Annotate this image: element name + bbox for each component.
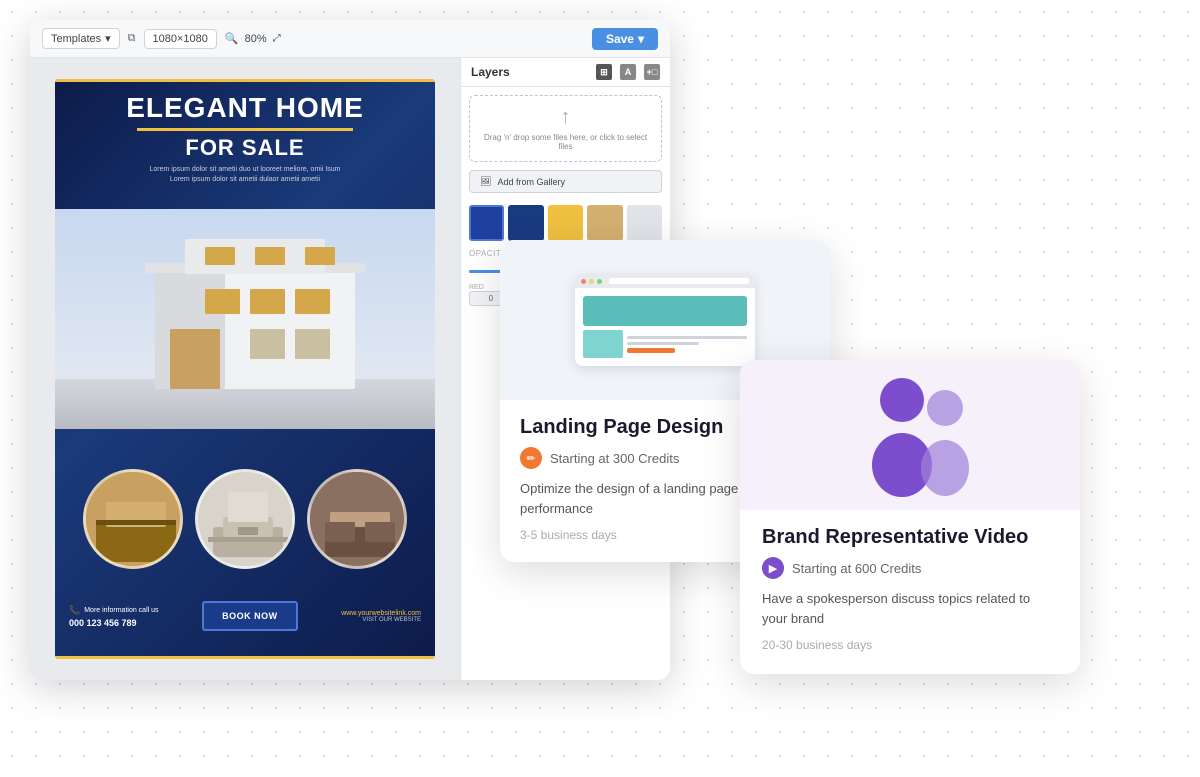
mini-browser-mockup — [575, 274, 755, 366]
layer-thumb-5[interactable] — [627, 205, 662, 241]
flyer-title-main: ELEGANT HOME — [65, 93, 425, 124]
flyer-bottom-bar: 📞 More information call us 000 123 456 7… — [55, 576, 435, 656]
mini-cta — [627, 348, 675, 353]
flyer-title-area: ELEGANT HOME FOR SALE Lorem ipsum dolor … — [55, 93, 435, 184]
canvas-size[interactable]: 1080×1080 — [144, 29, 217, 49]
zoom-value: 80% — [245, 33, 267, 45]
flyer-circle-living — [195, 469, 295, 569]
flyer-top-accent — [55, 79, 435, 82]
mini-line-2 — [627, 342, 699, 345]
mini-browser-bar — [575, 274, 755, 288]
templates-dropdown[interactable]: Templates ▾ — [42, 28, 120, 49]
templates-label: Templates — [51, 33, 101, 45]
mini-browser-body — [575, 288, 755, 366]
save-dropdown-icon: ▾ — [638, 32, 644, 46]
zoom-control[interactable]: 🔍 80% ⤢ — [225, 32, 281, 45]
upload-icon: ↑ — [561, 106, 571, 129]
flyer-website: www.yourwebsitelink.com VISIT OUR WEBSIT… — [341, 610, 421, 623]
people-illustration — [830, 370, 990, 500]
layer-thumb-2[interactable] — [508, 205, 543, 241]
zoom-icon: 🔍 — [225, 32, 239, 45]
house-illustration — [55, 209, 435, 429]
mini-hero-section — [583, 296, 747, 326]
brand-card-body: Brand Representative Video ▶ Starting at… — [740, 510, 1080, 652]
layer-thumb-3[interactable] — [548, 205, 583, 241]
dropdown-arrow-icon: ▾ — [105, 32, 111, 45]
flyer-subtitle: Lorem ipsum dolor sit ametii duo ut loor… — [65, 165, 425, 185]
layer-thumb-1[interactable] — [469, 205, 504, 241]
layer-thumb-4[interactable] — [587, 205, 622, 241]
layers-header: Layers ⊞ A +□ — [461, 58, 670, 87]
layers-icon-image[interactable]: ⊞ — [596, 64, 612, 80]
landing-credits-text: Starting at 300 Credits — [550, 451, 679, 466]
dot-red — [581, 279, 586, 284]
flyer-phone: 000 123 456 789 — [69, 618, 159, 628]
save-label: Save — [606, 32, 634, 46]
editor-toolbar: Templates ▾ ⧉ 1080×1080 🔍 80% ⤢ Save ▾ — [30, 20, 670, 58]
flyer-main-image — [55, 209, 435, 429]
mini-text — [627, 330, 747, 358]
brand-description: Have a spokesperson discuss topics relat… — [762, 589, 1058, 628]
credits-icon-brand: ▶ — [762, 557, 784, 579]
layers-icon-add[interactable]: +□ — [644, 64, 660, 80]
add-gallery-button[interactable]: 🖼 Add from Gallery — [469, 170, 662, 193]
save-button[interactable]: Save ▾ — [592, 28, 658, 50]
address-bar — [609, 278, 749, 284]
flyer-book-button[interactable]: BOOK NOW — [202, 601, 298, 631]
copy-icon: ⧉ — [128, 32, 136, 45]
flyer-bottom-accent — [55, 656, 435, 659]
flyer-circle-kitchen — [83, 469, 183, 569]
layers-header-icons: ⊞ A +□ — [596, 64, 660, 80]
layers-dropzone[interactable]: ↑ Drag 'n' drop some files here, or clic… — [469, 95, 662, 162]
flyer-title-sub: FOR SALE — [65, 135, 425, 161]
dot-green — [597, 279, 602, 284]
layers-title: Layers — [471, 65, 510, 79]
brand-preview — [740, 360, 1080, 510]
gallery-label: Add from Gallery — [497, 177, 565, 187]
flyer-underline — [137, 128, 353, 131]
expand-icon: ⤢ — [273, 33, 281, 44]
brand-title: Brand Representative Video — [762, 526, 1058, 549]
gallery-icon: 🖼 — [480, 176, 491, 187]
flyer-canvas[interactable]: ELEGANT HOME FOR SALE Lorem ipsum dolor … — [55, 79, 435, 659]
layer-thumbnails — [461, 201, 670, 245]
flyer-contact: 📞 More information call us 000 123 456 7… — [69, 605, 159, 628]
dropzone-text: Drag 'n' drop some files here, or click … — [480, 133, 651, 151]
mini-line-1 — [627, 336, 747, 339]
brand-credits-row: ▶ Starting at 600 Credits — [762, 557, 1058, 579]
flyer-circle-bedroom — [307, 469, 407, 569]
editor-canvas[interactable]: ELEGANT HOME FOR SALE Lorem ipsum dolor … — [30, 58, 460, 680]
layers-icon-text[interactable]: A — [620, 64, 636, 80]
flyer-circles-row — [55, 469, 435, 569]
brand-days: 20-30 business days — [762, 638, 1058, 652]
credits-icon-landing: ✏ — [520, 447, 542, 469]
mini-content-row — [583, 330, 747, 358]
mini-image — [583, 330, 623, 358]
brand-credits-text: Starting at 600 Credits — [792, 561, 921, 576]
brand-video-card: Brand Representative Video ▶ Starting at… — [740, 360, 1080, 674]
dot-yellow — [589, 279, 594, 284]
